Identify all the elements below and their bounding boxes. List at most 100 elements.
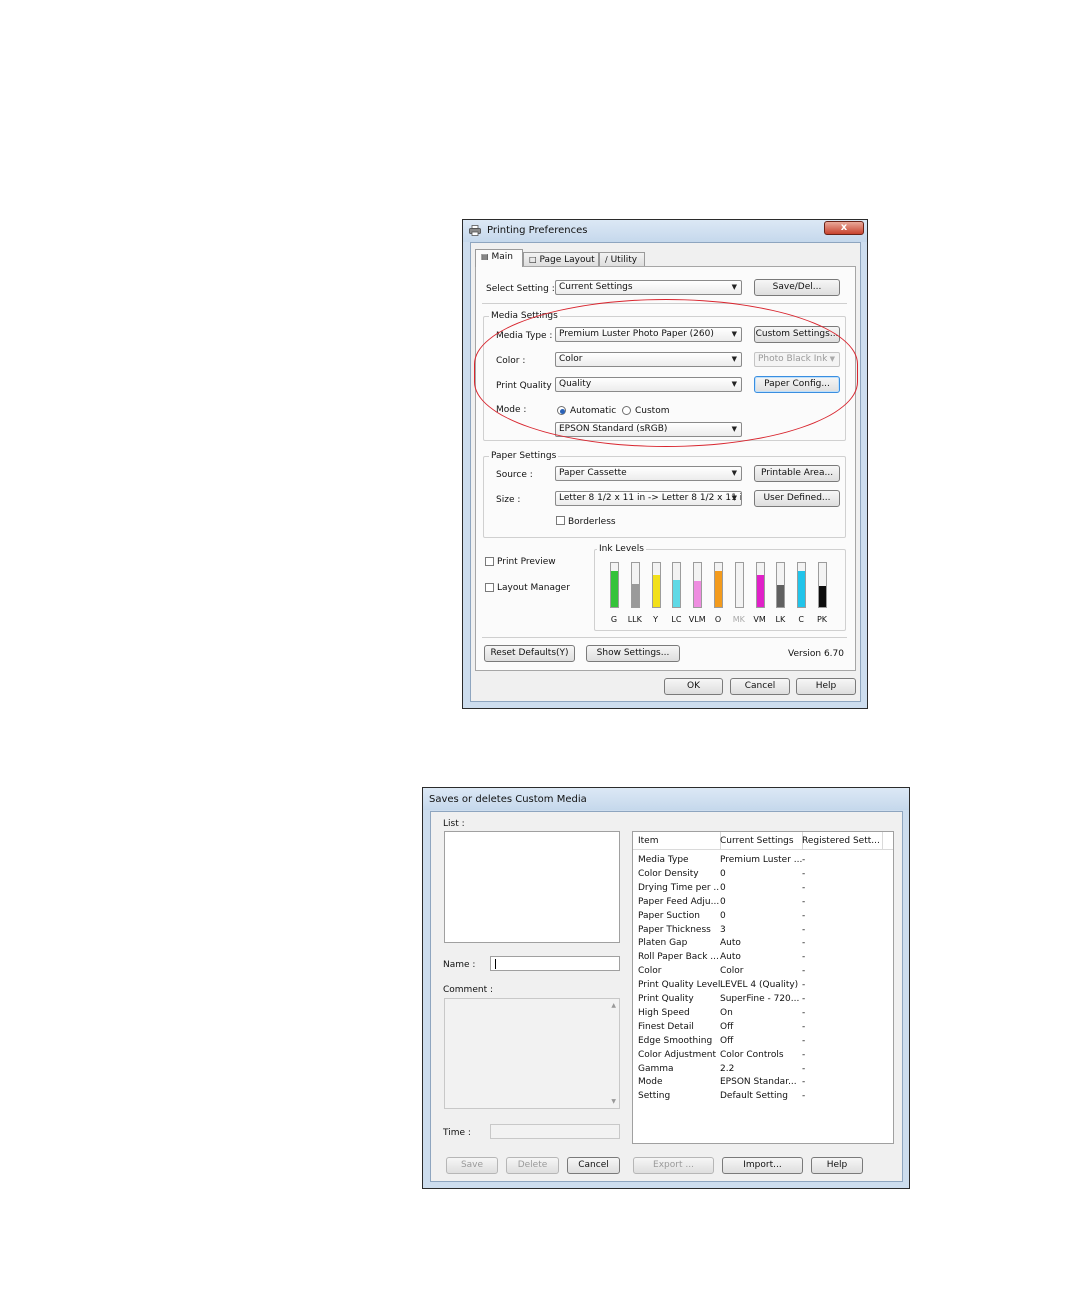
name-input[interactable] xyxy=(490,956,620,971)
table-row[interactable]: Mode EPSON Standar... - xyxy=(633,1075,893,1089)
layout-manager-label[interactable]: Layout Manager xyxy=(497,583,570,593)
show-settings-button[interactable]: Show Settings... xyxy=(586,645,680,662)
table-row[interactable]: Setting Default Setting - xyxy=(633,1089,893,1103)
current-setting-cell: 0 xyxy=(720,910,726,921)
item-cell: Edge Smoothing xyxy=(638,1035,713,1046)
printer-icon: ▤ xyxy=(481,252,489,261)
media-list-box[interactable] xyxy=(444,831,620,943)
tab-utility[interactable]: ∕ Utility xyxy=(599,252,645,267)
header-item[interactable]: Item xyxy=(633,832,721,850)
tab-label: Utility xyxy=(610,255,638,265)
table-row[interactable]: Gamma 2.2 - xyxy=(633,1062,893,1076)
registered-setting-cell: - xyxy=(802,1035,806,1046)
settings-table: Item Current Settings Registered Sett...… xyxy=(632,831,894,1144)
layout-manager-checkbox[interactable] xyxy=(485,583,494,592)
current-setting-cell: On xyxy=(720,1007,733,1018)
save-button[interactable]: Save xyxy=(446,1157,498,1174)
help-button[interactable]: Help xyxy=(796,678,856,695)
table-row[interactable]: Color Density 0 - xyxy=(633,867,893,881)
ink-bar xyxy=(610,562,619,608)
source-value: Paper Cassette xyxy=(559,468,627,478)
registered-setting-cell: - xyxy=(802,966,806,977)
export-button[interactable]: Export ... xyxy=(633,1157,714,1174)
registered-setting-cell: - xyxy=(802,1007,806,1018)
ink-bar xyxy=(693,562,703,608)
delete-button[interactable]: Delete xyxy=(506,1157,559,1174)
item-cell: Paper Suction xyxy=(638,910,700,921)
table-row[interactable]: Finest Detail Off - xyxy=(633,1020,893,1034)
current-setting-cell: Off xyxy=(720,1021,734,1032)
item-cell: Setting xyxy=(638,1091,671,1102)
ink-bar xyxy=(714,562,723,608)
table-row[interactable]: Color Color - xyxy=(633,964,893,978)
printer-icon xyxy=(469,225,481,236)
table-row[interactable]: Paper Suction 0 - xyxy=(633,909,893,923)
comment-textarea[interactable]: ▲ ▼ xyxy=(444,998,620,1109)
header-registered-settings[interactable]: Registered Sett... xyxy=(797,832,883,850)
registered-setting-cell: - xyxy=(802,952,806,963)
tab-main[interactable]: ▤ Main xyxy=(475,249,523,267)
table-row[interactable]: High Speed On - xyxy=(633,1006,893,1020)
chevron-down-icon: ▼ xyxy=(731,469,737,477)
print-preview-checkbox[interactable] xyxy=(485,557,494,566)
current-setting-cell: 0 xyxy=(720,882,726,893)
table-row[interactable]: Print Quality Level LEVEL 4 (Quality) - xyxy=(633,978,893,992)
current-setting-cell: Auto xyxy=(720,952,741,963)
table-row[interactable]: Edge Smoothing Off - xyxy=(633,1034,893,1048)
table-row[interactable]: Roll Paper Back ... Auto - xyxy=(633,950,893,964)
table-row[interactable]: Paper Feed Adju... 0 - xyxy=(633,895,893,909)
item-cell: Color xyxy=(638,966,662,977)
user-defined-button[interactable]: User Defined... xyxy=(754,490,840,507)
table-row[interactable]: Drying Time per ... 0 - xyxy=(633,881,893,895)
chevron-down-icon: ▼ xyxy=(731,494,737,502)
borderless-label[interactable]: Borderless xyxy=(568,517,616,527)
cancel-button[interactable]: Cancel xyxy=(730,678,790,695)
ink-bar xyxy=(734,562,744,608)
select-setting-dropdown[interactable]: Current Settings ▼ xyxy=(555,280,742,295)
print-preview-label[interactable]: Print Preview xyxy=(497,557,556,567)
registered-setting-cell: - xyxy=(802,994,806,1004)
tab-page-layout[interactable]: □ Page Layout xyxy=(523,252,599,267)
registered-setting-cell: - xyxy=(802,910,806,921)
source-dropdown[interactable]: Paper Cassette ▼ xyxy=(555,466,742,481)
cancel-button[interactable]: Cancel xyxy=(567,1157,620,1174)
registered-setting-cell: - xyxy=(802,868,806,879)
ink-level-fill xyxy=(652,575,660,607)
ink-bar xyxy=(797,562,807,608)
close-button[interactable]: x xyxy=(824,221,864,235)
current-setting-cell: 0 xyxy=(720,868,726,879)
scroll-down-icon: ▼ xyxy=(611,1098,616,1105)
ok-button[interactable]: OK xyxy=(664,678,723,695)
current-setting-cell: Off xyxy=(720,1035,734,1046)
current-setting-cell: Color xyxy=(720,966,744,977)
table-row[interactable]: Print Quality SuperFine - 720... - xyxy=(633,992,893,1006)
table-header: Item Current Settings Registered Sett... xyxy=(633,832,893,850)
wrench-icon: ∕ xyxy=(605,255,608,264)
borderless-checkbox[interactable] xyxy=(556,516,565,525)
current-setting-cell: SuperFine - 720... xyxy=(720,994,800,1004)
comment-label: Comment : xyxy=(443,985,493,995)
printable-area-button[interactable]: Printable Area... xyxy=(754,465,840,482)
reset-defaults-button[interactable]: Reset Defaults(Y) xyxy=(484,645,575,662)
ink-level-fill xyxy=(756,575,764,607)
text-cursor xyxy=(495,959,496,969)
ink-level-fill xyxy=(798,570,806,607)
table-row[interactable]: Paper Thickness 3 - xyxy=(633,923,893,937)
window-title: Saves or deletes Custom Media xyxy=(429,794,587,805)
current-setting-cell: 3 xyxy=(720,924,726,935)
header-current-settings[interactable]: Current Settings xyxy=(715,832,803,850)
ink-cell: PK xyxy=(812,558,832,628)
help-button[interactable]: Help xyxy=(811,1157,863,1174)
registered-setting-cell: - xyxy=(802,1091,806,1102)
ink-label: PK xyxy=(816,615,828,624)
list-label: List : xyxy=(443,819,465,829)
table-row[interactable]: Platen Gap Auto - xyxy=(633,936,893,950)
item-cell: Drying Time per ... xyxy=(638,882,720,893)
item-cell: High Speed xyxy=(638,1007,690,1018)
ink-levels-chart: G LLK Y LC VLM O MK VM LK C PK xyxy=(604,558,836,628)
table-row[interactable]: Color Adjustment Color Controls - xyxy=(633,1048,893,1062)
save-del-button[interactable]: Save/Del... xyxy=(754,279,840,296)
table-row[interactable]: Media Type Premium Luster ... - xyxy=(633,853,893,867)
size-dropdown[interactable]: Letter 8 1/2 x 11 in -> Letter 8 1/2 x 1… xyxy=(555,491,742,506)
import-button[interactable]: Import... xyxy=(722,1157,803,1174)
